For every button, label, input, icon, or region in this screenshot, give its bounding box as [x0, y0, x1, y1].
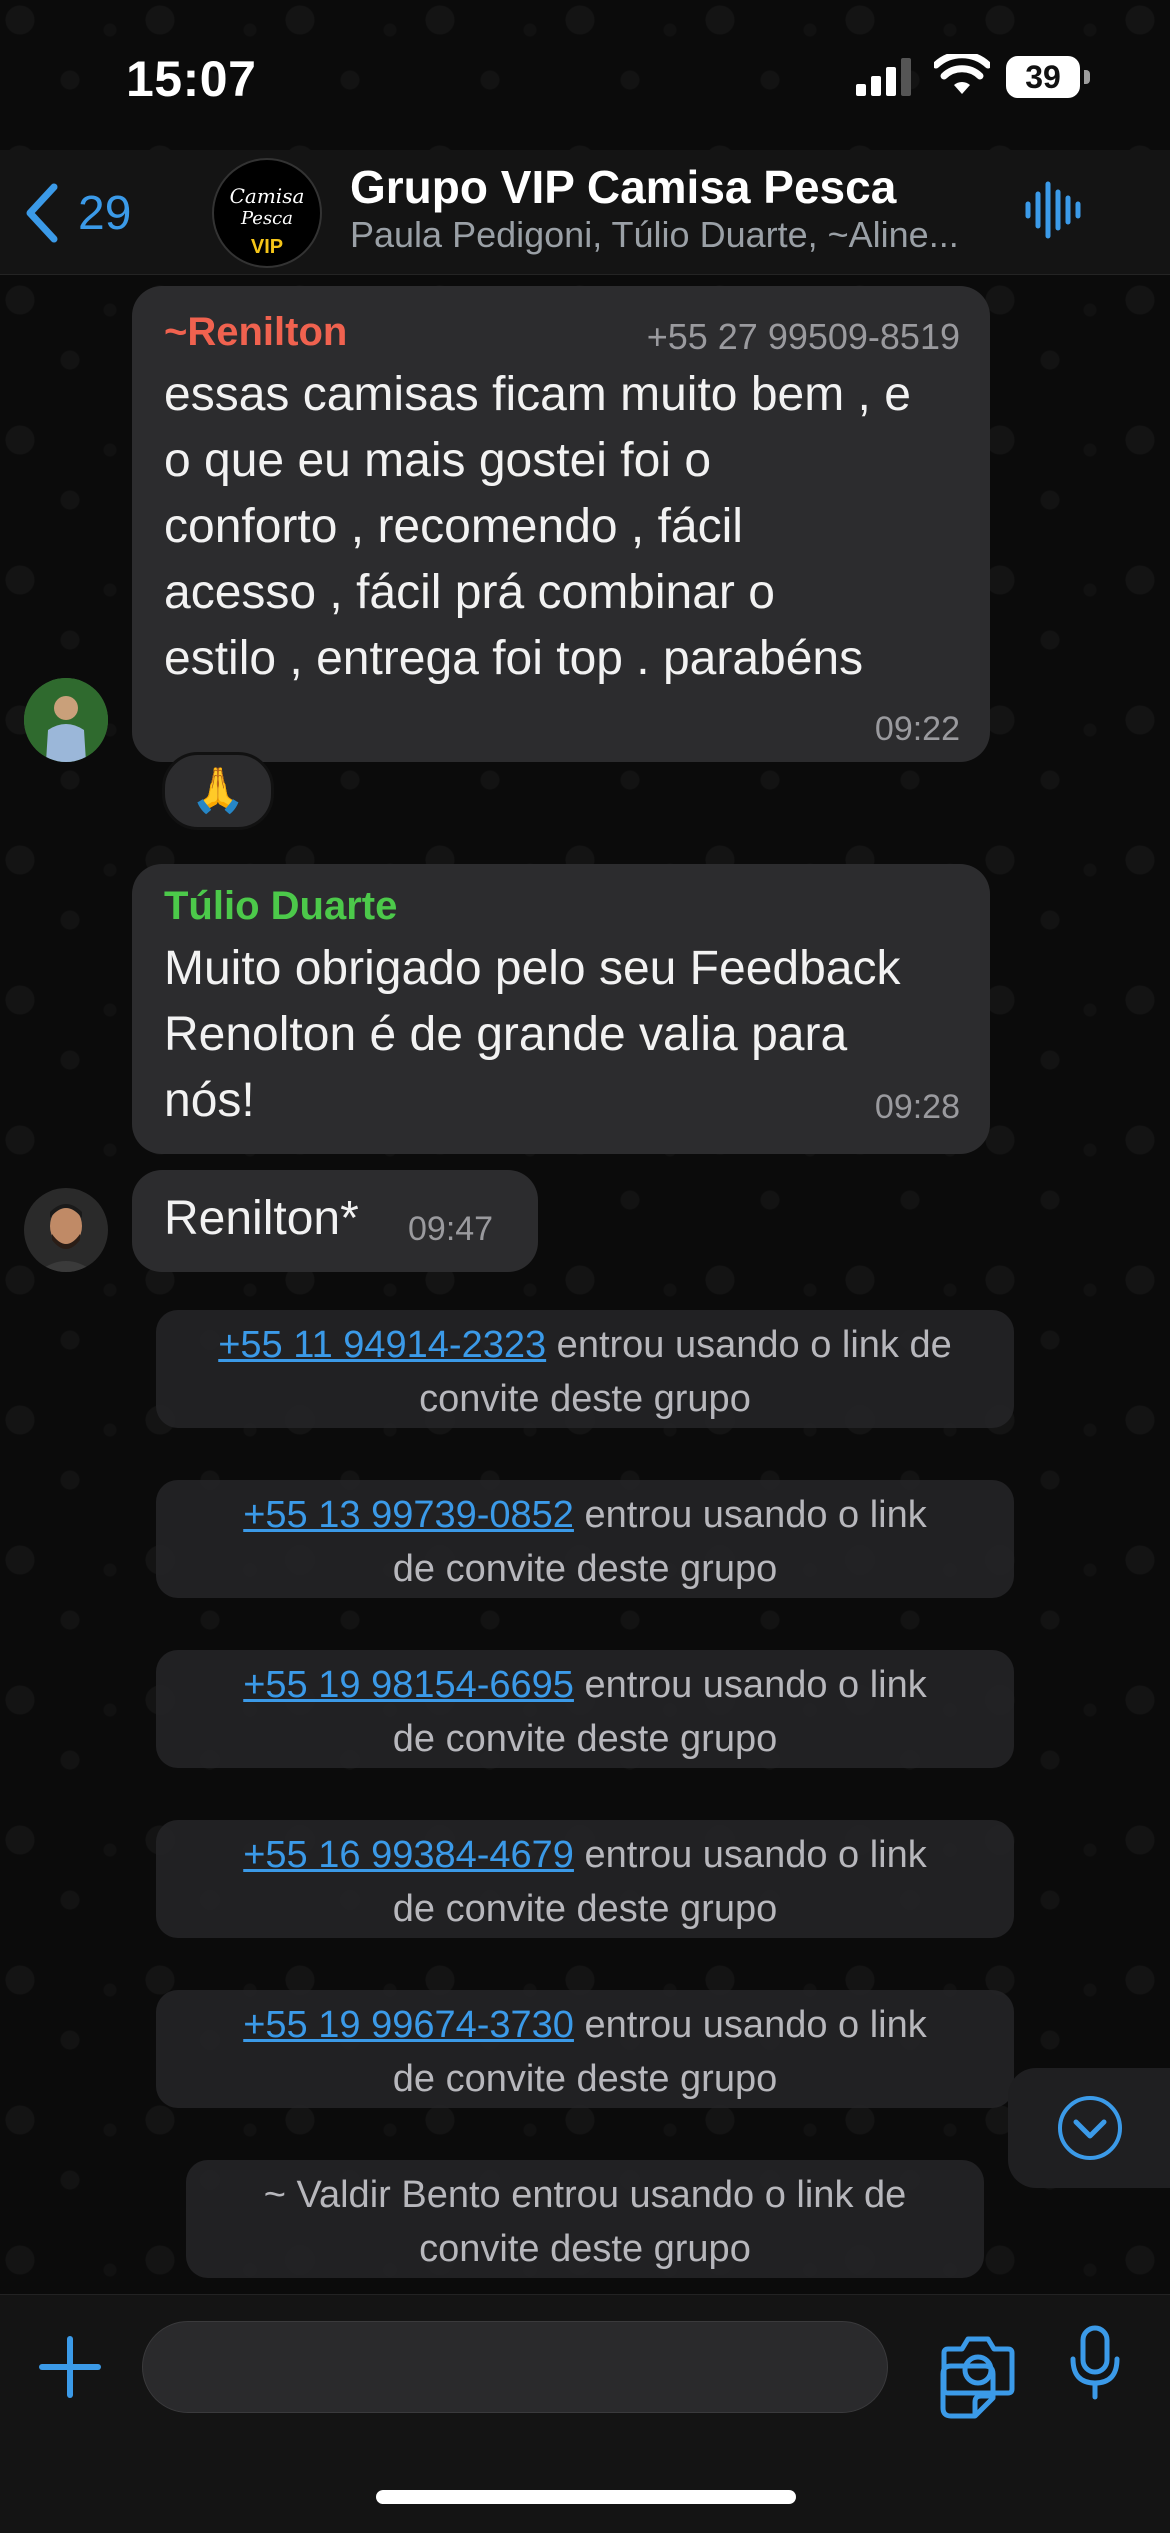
message-time: 09:22 — [874, 710, 960, 748]
back-button[interactable]: 29 — [24, 178, 131, 248]
system-text: de convite deste grupo — [392, 1888, 778, 1930]
system-text: ~ Valdir Bento entrou usando o link de — [263, 2174, 907, 2216]
message-bubble[interactable]: Túlio Duarte Muito obrigado pelo seu Fee… — [132, 864, 990, 1154]
message-text: Renilton* — [164, 1192, 359, 1245]
avatar-text-line1: Camisa — [229, 184, 305, 208]
sender-phone: +55 27 99509-8519 — [646, 316, 960, 357]
unread-count: 29 — [78, 186, 132, 240]
message-line: essas camisas ficam muito bem , e — [164, 368, 911, 421]
status-time: 15:07 — [126, 51, 257, 107]
reaction-emoji: 🙏 — [190, 766, 246, 815]
message-text: Muito obrigado pelo seu Feedback Renolto… — [164, 936, 900, 1134]
chevron-left-icon — [26, 183, 58, 243]
system-text: convite deste grupo — [419, 2228, 751, 2270]
system-text: convite deste grupo — [419, 1378, 751, 1420]
phone-link[interactable]: +55 13 99739-0852 — [243, 1494, 574, 1536]
system-text: entrou usando o link de — [546, 1324, 952, 1366]
plus-icon[interactable] — [38, 2335, 102, 2399]
phone-link[interactable]: +55 11 94914-2323 — [218, 1324, 546, 1366]
microphone-icon[interactable] — [1068, 2325, 1122, 2401]
message-input-container[interactable] — [142, 2321, 996, 2419]
message-sender[interactable]: Túlio Duarte — [164, 884, 397, 929]
scroll-to-bottom-button[interactable] — [1008, 2068, 1170, 2188]
system-text: entrou usando o link — [573, 1664, 927, 1706]
wifi-icon — [934, 54, 990, 94]
avatar-text-line3: VIP — [250, 236, 284, 258]
system-text: entrou usando o link — [573, 2004, 927, 2046]
message-bubble[interactable]: ~Renilton +55 27 99509-8519 essas camisa… — [132, 286, 990, 762]
message-time: 09:47 — [408, 1210, 494, 1248]
system-message: +55 16 99384-4679 entrou usando o link d… — [156, 1820, 1014, 1938]
message-bubble[interactable]: Renilton* 09:47 — [132, 1170, 538, 1272]
status-bar: 15:07 39 — [0, 0, 1170, 150]
message-input[interactable] — [173, 2322, 797, 2414]
message-line: Renolton é de grande valia para — [164, 1008, 848, 1061]
chevron-down-circle-icon — [1058, 2096, 1122, 2160]
message-line: conforto , recomendo , fácil — [164, 500, 743, 553]
phone-link[interactable]: +55 16 99384-4679 — [243, 1834, 574, 1876]
phone-link[interactable]: +55 19 98154-6695 — [243, 1664, 574, 1706]
system-message: +55 11 94914-2323 entrou usando o link d… — [156, 1310, 1014, 1428]
message-list[interactable]: ~Renilton +55 27 99509-8519 essas camisa… — [0, 276, 1170, 2294]
message-sender[interactable]: ~Renilton — [164, 310, 347, 355]
system-text: entrou usando o link — [573, 1834, 927, 1876]
phone-link[interactable]: +55 19 99674-3730 — [243, 2004, 574, 2046]
message-time: 09:28 — [874, 1088, 960, 1126]
avatar[interactable] — [24, 678, 108, 762]
group-members[interactable]: Paula Pedigoni, Túlio Duarte, ~Aline... — [350, 214, 990, 256]
avatar[interactable] — [24, 1188, 108, 1272]
person-photo — [24, 678, 108, 762]
system-message: +55 19 99674-3730 entrou usando o link d… — [156, 1990, 1014, 2108]
person-photo — [24, 1188, 108, 1272]
cellular-signal-icon — [856, 58, 911, 96]
system-text: entrou usando o link — [573, 1494, 927, 1536]
waveform-icon[interactable] — [1024, 178, 1084, 242]
system-text: de convite deste grupo — [392, 1548, 778, 1590]
message-line: acesso , fácil prá combinar o — [164, 566, 775, 619]
system-message: +55 13 99739-0852 entrou usando o link d… — [156, 1480, 1014, 1598]
system-message: ~ Valdir Bento entrou usando o link de c… — [186, 2160, 984, 2278]
message-line: Muito obrigado pelo seu Feedback — [164, 942, 901, 995]
message-line: nós! — [164, 1074, 255, 1127]
camera-icon[interactable] — [940, 2333, 1016, 2397]
chat-header: 29 Camisa Pesca VIP Grupo VIP Camisa Pes… — [0, 150, 1170, 275]
battery-icon: 39 — [1006, 56, 1090, 98]
system-text: de convite deste grupo — [392, 1718, 778, 1760]
group-name[interactable]: Grupo VIP Camisa Pesca — [350, 160, 896, 214]
battery-level: 39 — [1025, 59, 1061, 95]
message-line: estilo , entrega foi top . parabéns — [164, 632, 864, 685]
home-indicator[interactable] — [376, 2490, 796, 2504]
reaction-badge[interactable]: 🙏 — [162, 752, 274, 830]
message-line: o que eu mais gostei foi o — [164, 434, 712, 487]
system-message: +55 19 98154-6695 entrou usando o link d… — [156, 1650, 1014, 1768]
system-text: de convite deste grupo — [392, 2058, 778, 2100]
group-avatar[interactable]: Camisa Pesca VIP — [212, 158, 322, 268]
avatar-text-line2: Pesca — [240, 208, 293, 229]
message-text: essas camisas ficam muito bem , e o que … — [164, 362, 911, 692]
